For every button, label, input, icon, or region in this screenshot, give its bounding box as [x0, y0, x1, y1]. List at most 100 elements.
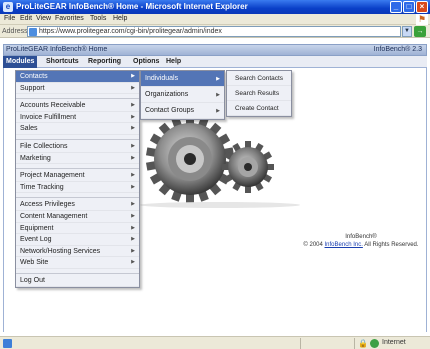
submenu-arrow-icon: ▶ [131, 183, 135, 190]
app-header: ProLiteGEAR InfoBench® Home InfoBench® 2… [3, 44, 427, 56]
menu-item-label: File Collections [20, 142, 68, 150]
menu-item-invoice-fulfillment[interactable]: Invoice Fulfillment ▶ [16, 112, 139, 124]
contacts-submenu: Individuals ▶ Organizations ▶ Contact Groups… [140, 70, 225, 120]
address-bar: Address https://www.prolitegear.com/cgi-… [0, 25, 430, 38]
app-title: ProLiteGEAR InfoBench® Home [6, 46, 108, 53]
menu-item-marketing[interactable]: Marketing ▶ [16, 153, 139, 165]
menu-item-accounts-receivable[interactable]: Accounts Receivable ▶ [16, 100, 139, 112]
menu-item-label: Individuals [145, 75, 179, 82]
windows-flag-icon: ⚑ [416, 14, 428, 25]
menu-item-content-management[interactable]: Content Management ▶ [16, 211, 139, 223]
status-divider [354, 338, 355, 349]
go-button[interactable]: → [414, 26, 426, 37]
submenu-arrow-icon: ▶ [131, 113, 135, 120]
menu-item-project-management[interactable]: Project Management ▶ [16, 170, 139, 182]
menu-item-label: Marketing [20, 154, 51, 162]
menu-item-sales[interactable]: Sales ▶ [16, 123, 139, 135]
menu-item-label: Contacts [20, 73, 48, 80]
menu-item-label: Search Contacts [235, 75, 284, 82]
copyright-line: © 2004 InfoBench Inc. All Rights Reserve… [294, 241, 428, 249]
menu-item-label: Access Privileges [20, 201, 75, 209]
submenu-arrow-icon: ▶ [131, 259, 135, 266]
address-input[interactable]: https://www.prolitegear.com/cgi-bin/prol… [27, 26, 401, 37]
internet-zone-icon [370, 339, 379, 348]
menu-item-label: Search Results [235, 90, 280, 97]
close-button[interactable]: × [416, 1, 428, 13]
copyright-brand: InfoBench® [345, 234, 377, 240]
menu-favorites[interactable]: Favorites [55, 15, 84, 22]
submenu-arrow-icon: ▶ [131, 224, 135, 231]
menu-item-label: Organizations [145, 91, 189, 98]
menu-item-access-privileges[interactable]: Access Privileges ▶ [16, 199, 139, 211]
submenu-arrow-icon: ▶ [131, 84, 135, 91]
submenu-arrow-icon: ▶ [216, 92, 220, 98]
copyright-suffix: All Rights Reserved. [362, 242, 419, 248]
menu-item-equipment[interactable]: Equipment ▶ [16, 223, 139, 235]
internet-explorer-icon: e [3, 2, 13, 12]
submenu-arrow-icon: ▶ [131, 125, 135, 132]
menu-item-event-log[interactable]: Event Log ▶ [16, 234, 139, 246]
menu-edit[interactable]: Edit [20, 15, 32, 22]
tab-help[interactable]: Help [163, 56, 184, 68]
menu-separator [16, 193, 139, 199]
menu-item-label: Network/Hosting Services [20, 247, 101, 255]
menu-item-label: Event Log [20, 236, 52, 244]
address-url: https://www.prolitegear.com/cgi-bin/prol… [39, 28, 222, 35]
company-link[interactable]: InfoBench Inc. [325, 242, 363, 248]
menu-item-label: Equipment [20, 224, 54, 232]
maximize-button[interactable]: □ [403, 1, 415, 13]
submenu-item-organizations[interactable]: Organizations ▶ [141, 87, 224, 103]
submenu-arrow-icon: ▶ [216, 108, 220, 114]
submenu-arrow-icon: ▶ [131, 142, 135, 149]
status-bar: 🔒 Internet [0, 336, 430, 349]
minimize-button[interactable]: _ [390, 1, 402, 13]
app-nav: Modules Shortcuts Reporting Options Help [3, 56, 427, 68]
menu-item-label: Accounts Receivable [20, 102, 86, 110]
submenu-item-individuals[interactable]: Individuals ▶ [141, 71, 224, 87]
submenu-arrow-icon: ▶ [131, 212, 135, 219]
menu-separator [16, 269, 139, 274]
submenu-item-create-contact[interactable]: Create Contact [227, 101, 291, 116]
menu-help[interactable]: Help [113, 15, 127, 22]
tab-modules[interactable]: Modules [3, 56, 38, 68]
menu-item-contacts[interactable]: Contacts ▶ [16, 71, 139, 83]
menu-item-label: Project Management [20, 172, 85, 180]
menu-item-label: Time Tracking [20, 183, 64, 191]
individuals-submenu: Search Contacts Search Results Create Cont… [226, 70, 292, 117]
submenu-item-search-contacts[interactable]: Search Contacts [227, 71, 291, 86]
tab-reporting[interactable]: Reporting [85, 56, 124, 68]
page-icon [29, 28, 37, 36]
copyright-notice: InfoBench® © 2004 InfoBench Inc. All Rig… [294, 233, 428, 249]
submenu-arrow-icon: ▶ [131, 247, 135, 254]
title-bar: e ProLiteGEAR InfoBench® Home - Microsof… [0, 0, 430, 14]
address-dropdown-icon[interactable]: ▼ [402, 26, 412, 37]
menu-view[interactable]: View [36, 15, 51, 22]
menu-tools[interactable]: Tools [90, 15, 106, 22]
menu-item-label: Sales [20, 125, 38, 133]
menu-item-web-site[interactable]: Web Site ▶ [16, 257, 139, 269]
menu-item-label: Invoice Fulfillment [20, 113, 77, 121]
menu-item-label: Create Contact [235, 105, 279, 112]
submenu-arrow-icon: ▶ [131, 154, 135, 161]
menu-separator [16, 164, 139, 170]
submenu-item-search-results[interactable]: Search Results [227, 86, 291, 101]
menu-item-time-tracking[interactable]: Time Tracking ▶ [16, 182, 139, 194]
submenu-arrow-icon: ▶ [131, 102, 135, 109]
modules-menu: Contacts ▶ Support ▶ Accounts Receivable ▶ Inv… [15, 70, 140, 288]
tab-shortcuts[interactable]: Shortcuts [43, 56, 82, 68]
submenu-arrow-icon: ▶ [131, 73, 135, 79]
menu-item-label: Support [20, 84, 45, 92]
menu-item-file-collections[interactable]: File Collections ▶ [16, 141, 139, 153]
menu-file[interactable]: File [4, 15, 15, 22]
tab-options[interactable]: Options [130, 56, 162, 68]
submenu-item-contact-groups[interactable]: Contact Groups ▶ [141, 103, 224, 119]
submenu-arrow-icon: ▶ [216, 76, 220, 82]
gears-image [120, 113, 304, 209]
app-version: InfoBench® 2.3 [373, 46, 422, 53]
menu-item-network-hosting-services[interactable]: Network/Hosting Services ▶ [16, 246, 139, 258]
submenu-arrow-icon: ▶ [131, 172, 135, 179]
window-title: ProLiteGEAR InfoBench® Home - Microsoft … [16, 2, 248, 11]
menu-item-support[interactable]: Support ▶ [16, 83, 139, 95]
menu-separator [16, 135, 139, 140]
menu-item-log-out[interactable]: Log Out [16, 275, 139, 287]
